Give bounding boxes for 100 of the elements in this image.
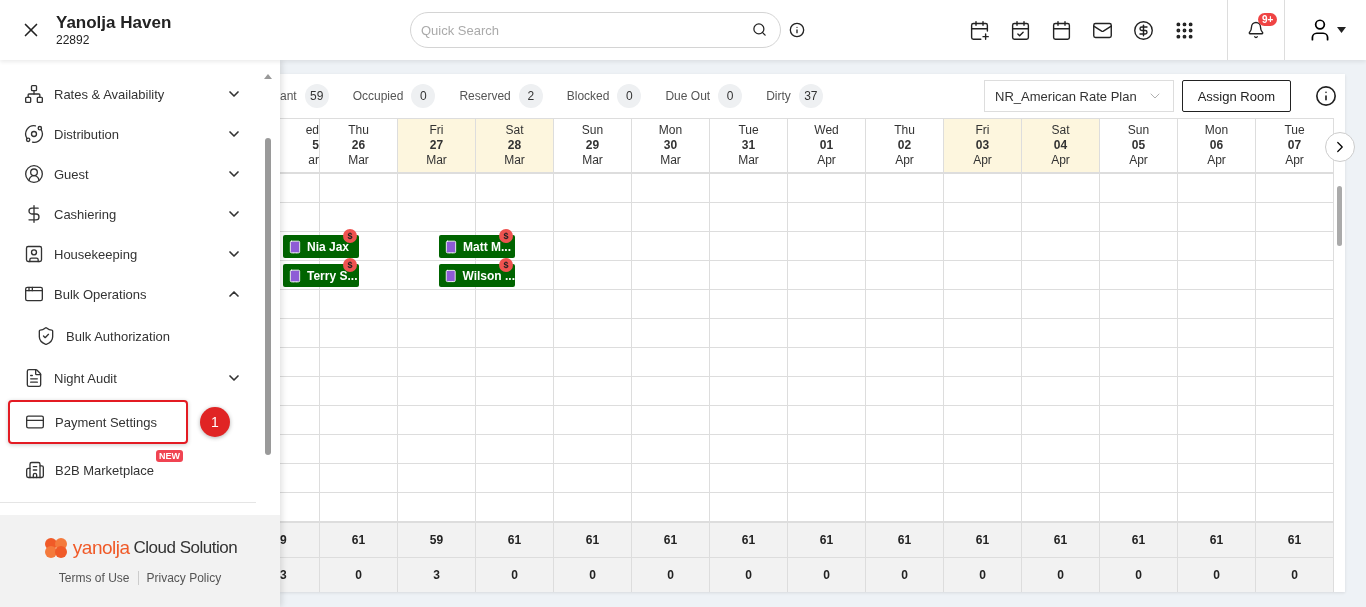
logo-icon: [42, 537, 69, 559]
stat-label: Occupied: [352, 89, 404, 103]
total-cell: 0: [1022, 557, 1100, 592]
calendar-check-icon[interactable]: [1010, 19, 1031, 41]
day-header: Thu 02 Apr: [866, 118, 944, 174]
apps-grid-icon[interactable]: [1174, 19, 1195, 41]
total-cell: 61: [1022, 522, 1100, 557]
day-header: Tue 07 Apr: [1256, 118, 1334, 174]
person-icon: [24, 244, 44, 264]
total-cell: 61: [476, 522, 554, 557]
balance-due-badge: $: [343, 229, 357, 243]
menu-item[interactable]: Distribution: [0, 114, 256, 154]
day-header: Fri 03 Apr: [944, 118, 1022, 174]
balance-due-badge: $: [499, 258, 513, 272]
total-cell: 0: [476, 557, 554, 592]
total-cell: 61: [554, 522, 632, 557]
total-cell: 0: [788, 557, 866, 592]
menu-item[interactable]: Cashiering: [0, 194, 256, 234]
building-icon: [288, 239, 302, 254]
scroll-up-arrow-icon[interactable]: [264, 74, 272, 79]
footer-link[interactable]: Terms of Use: [58, 571, 130, 585]
total-cell: 61: [1256, 522, 1334, 557]
shield-check-icon: [36, 326, 56, 346]
search-icon[interactable]: [752, 22, 767, 37]
stat-label: Dirty: [766, 89, 791, 103]
submenu-item[interactable]: Bulk Authorization: [0, 314, 256, 358]
document-icon: [24, 368, 44, 388]
menu-item[interactable]: Guest: [0, 154, 256, 194]
rate-plan-dropdown[interactable]: NR_American Rate Plan: [984, 80, 1174, 112]
scrollbar-thumb[interactable]: [1337, 186, 1342, 246]
calendar-icon[interactable]: [1051, 19, 1072, 41]
total-cell: 61: [320, 522, 398, 557]
menu-item[interactable]: B2B Marketplace: [8, 448, 156, 492]
stat-label: ant: [280, 89, 297, 103]
total-cell: 61: [944, 522, 1022, 557]
orbit-icon: [24, 124, 44, 144]
day-header: Mon 06 Apr: [1178, 118, 1256, 174]
window-icon: [24, 284, 44, 304]
total-cell: 0: [866, 557, 944, 592]
dollar-circle-icon[interactable]: [1133, 19, 1154, 41]
total-cell: 61: [632, 522, 710, 557]
total-cell: 3: [398, 557, 476, 592]
scrollbar-thumb[interactable]: [265, 138, 271, 455]
total-cell: 9: [280, 522, 320, 557]
total-cell: 0: [1256, 557, 1334, 592]
day-header: Sat 04 Apr: [1022, 118, 1100, 174]
menu-item[interactable]: Housekeeping: [0, 234, 256, 274]
stat-count: 37: [798, 84, 823, 108]
day-header: Wed 01 Apr: [788, 118, 866, 174]
total-cell: 61: [1100, 522, 1178, 557]
day-header: Sat 28 Mar: [476, 118, 554, 174]
info-icon[interactable]: [1315, 85, 1337, 107]
menu-item[interactable]: Payment Settings: [8, 400, 188, 444]
day-header: Sun 05 Apr: [1100, 118, 1178, 174]
assign-room-button[interactable]: Assign Room: [1181, 80, 1291, 112]
brand-tagline: Cloud Solution: [133, 538, 238, 558]
stat-count: 0: [411, 84, 436, 108]
brand-name: yanolja: [72, 537, 130, 559]
total-cell: 0: [710, 557, 788, 592]
building-icon: [288, 268, 302, 283]
stat-count: 0: [617, 84, 642, 108]
property-name: Yanolja Haven: [56, 13, 173, 33]
info-icon[interactable]: [789, 22, 805, 38]
total-cell: 61: [866, 522, 944, 557]
total-cell: 61: [788, 522, 866, 557]
footer-link[interactable]: Privacy Policy: [146, 571, 222, 585]
day-header: Fri 27 Mar: [398, 118, 476, 174]
total-cell: 0: [944, 557, 1022, 592]
buildings-icon: [25, 460, 45, 480]
search-field[interactable]: Quick Search: [410, 12, 781, 48]
menu-item[interactable]: Rates & Availability: [0, 74, 256, 114]
total-cell: 0: [1100, 557, 1178, 592]
stat-count: 0: [718, 84, 743, 108]
balance-due-badge: $: [343, 258, 357, 272]
stat-label: Blocked: [566, 89, 610, 103]
notification-badge: 9+: [1258, 13, 1278, 26]
stat-count: 59: [304, 84, 329, 108]
day-header: Mon 30 Mar: [632, 118, 710, 174]
bell-icon[interactable]: [1247, 21, 1265, 39]
day-header: Tue 31 Mar: [710, 118, 788, 174]
day-header: ed 5 ar: [280, 118, 320, 174]
total-cell: 61: [1178, 522, 1256, 557]
balance-due-badge: $: [499, 229, 513, 243]
caret-icon: [1337, 27, 1346, 33]
step-badge: 1: [200, 407, 230, 437]
total-cell: 3: [280, 557, 320, 592]
total-cell: 61: [710, 522, 788, 557]
building-icon: [444, 239, 458, 254]
user-circle-icon: [24, 164, 44, 184]
menu-item[interactable]: Bulk Operations: [0, 274, 256, 314]
network-icon: [24, 84, 44, 104]
menu-item[interactable]: Night Audit: [0, 358, 256, 398]
stat-label: Reserved: [459, 89, 511, 103]
new-badge: NEW: [156, 450, 183, 462]
day-header: Sun 29 Mar: [554, 118, 632, 174]
total-cell: 0: [554, 557, 632, 592]
total-cell: 59: [398, 522, 476, 557]
calendar-plus-icon[interactable]: [969, 19, 990, 41]
total-cell: 0: [320, 557, 398, 592]
total-cell: 0: [1178, 557, 1256, 592]
